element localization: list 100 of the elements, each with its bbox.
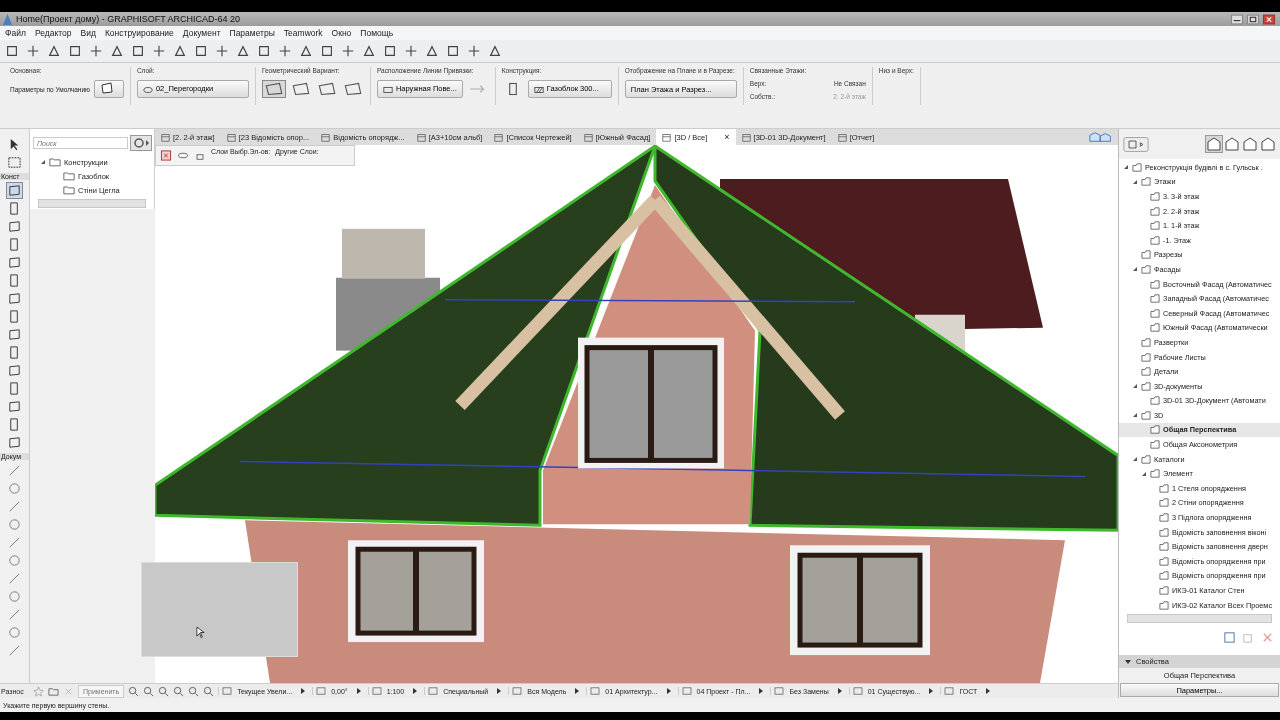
tool-icon[interactable] (7, 255, 22, 270)
expand-triangle-icon[interactable] (1132, 412, 1138, 419)
toolbar-icon[interactable] (383, 44, 397, 58)
tool-icon[interactable] (7, 571, 22, 586)
tool-icon[interactable] (7, 363, 22, 378)
setting-icon (512, 687, 523, 695)
setting-icon (371, 687, 382, 695)
folder-icon (63, 185, 75, 195)
caret-icon (413, 688, 418, 694)
toolbar-icon[interactable] (5, 44, 19, 58)
eye-icon (142, 85, 153, 94)
menu-item[interactable]: Файл (5, 28, 26, 38)
caret-icon (356, 688, 361, 694)
caret-icon (301, 688, 306, 694)
toolbar-icon[interactable] (320, 44, 334, 58)
toolbar-icon[interactable] (173, 44, 187, 58)
navigator-menu-icon[interactable] (1123, 135, 1149, 153)
expand-triangle-icon[interactable] (1132, 178, 1138, 185)
view-icon (741, 132, 751, 142)
hatch-icon (533, 85, 544, 94)
settings-icon[interactable] (130, 135, 152, 151)
toolbar-icon[interactable] (362, 44, 376, 58)
caret-icon (497, 688, 502, 694)
caret-icon (666, 688, 671, 694)
caret-icon (929, 688, 934, 694)
app-icon (3, 13, 12, 25)
toolbar-icon[interactable] (488, 44, 502, 58)
marquee-icon[interactable] (7, 155, 22, 170)
folder-icon[interactable] (48, 685, 59, 697)
wall-settings-icon (99, 82, 114, 94)
expand-triangle-icon[interactable] (1132, 383, 1138, 390)
project-map-icon[interactable] (1260, 136, 1276, 152)
tab-overview-icon[interactable] (1088, 131, 1114, 143)
minimize-icon[interactable] (1230, 13, 1244, 25)
maximize-icon[interactable] (1246, 13, 1260, 25)
expand-triangle-icon[interactable] (1132, 456, 1138, 463)
caret-icon (837, 688, 842, 694)
window-title: Home(Проект дому) - GRAPHISOFT ARCHICAD-64 20 (16, 14, 241, 24)
toolbar-icon[interactable] (110, 44, 124, 58)
expand-triangle-icon[interactable] (40, 159, 46, 165)
horizontal-scrollbar[interactable] (1127, 614, 1272, 624)
setting-icon (852, 687, 863, 695)
zoom-control-icon[interactable] (173, 685, 185, 697)
expand-triangle-icon[interactable] (1132, 266, 1138, 273)
menu-item[interactable]: Teamwork (283, 28, 323, 38)
folder-icon (49, 157, 61, 167)
tool-icon[interactable] (7, 535, 22, 550)
setting-icon (316, 687, 327, 695)
close-icon[interactable] (160, 150, 172, 161)
close-icon[interactable] (1262, 13, 1276, 25)
zoom-control-icon[interactable] (203, 685, 215, 697)
setting-icon (681, 687, 692, 695)
setting-icon (590, 687, 601, 695)
setting-icon (774, 687, 785, 695)
tool-icon[interactable] (7, 327, 22, 342)
toolbar-icon[interactable] (446, 44, 460, 58)
view-icon (494, 132, 504, 142)
zoom-control-icon[interactable] (188, 685, 200, 697)
toolbar-icon[interactable] (47, 44, 61, 58)
horizontal-scrollbar[interactable] (38, 199, 146, 208)
view-icon (662, 132, 672, 142)
menu-item[interactable]: Документ (182, 28, 221, 38)
view-icon (416, 132, 426, 142)
toolbar-icon[interactable] (257, 44, 271, 58)
toolbar-icon[interactable] (236, 44, 250, 58)
view-icon (161, 132, 170, 142)
toolbar-icon[interactable] (299, 44, 313, 58)
pointer-icon (196, 626, 205, 639)
menu-item[interactable]: Окно (331, 28, 352, 38)
tool-icon[interactable] (7, 291, 22, 306)
expand-triangle-icon[interactable] (1141, 470, 1147, 477)
project-map-icon[interactable] (1242, 136, 1258, 152)
view-icon (583, 132, 593, 142)
menu-item[interactable]: Конструирование (104, 28, 174, 38)
zoom-control-icon[interactable] (128, 685, 140, 697)
expand-triangle-icon[interactable] (1123, 164, 1129, 171)
toolbar-icon[interactable] (68, 44, 82, 58)
settings-dropdown[interactable] (93, 80, 124, 98)
menu-item[interactable]: Вид (80, 28, 96, 38)
project-map-icon[interactable] (1206, 136, 1222, 152)
menu-item[interactable]: Параметры (229, 28, 275, 38)
tool-icon[interactable] (7, 183, 22, 198)
zoom-control-icon[interactable] (143, 685, 155, 697)
tool-icon[interactable] (7, 499, 22, 514)
tool-icon[interactable] (7, 399, 22, 414)
tool-icon[interactable] (7, 219, 22, 234)
geometry-option-icon[interactable] (261, 80, 286, 98)
tool-icon[interactable] (7, 463, 22, 478)
star-icon[interactable] (33, 685, 44, 697)
tool-icon[interactable] (7, 435, 22, 450)
toolbar-icon[interactable] (194, 44, 208, 58)
eye-icon[interactable] (177, 150, 189, 161)
menu-item[interactable]: Помощь (360, 28, 394, 38)
toolbar-icon[interactable] (131, 44, 145, 58)
tool-icon[interactable] (7, 643, 22, 658)
zoom-control-icon[interactable] (158, 685, 170, 697)
project-map-icon[interactable] (1224, 136, 1240, 152)
tool-icon[interactable] (7, 607, 22, 622)
toolbar-icon[interactable] (425, 44, 439, 58)
menu-item[interactable]: Редактор (34, 28, 72, 38)
